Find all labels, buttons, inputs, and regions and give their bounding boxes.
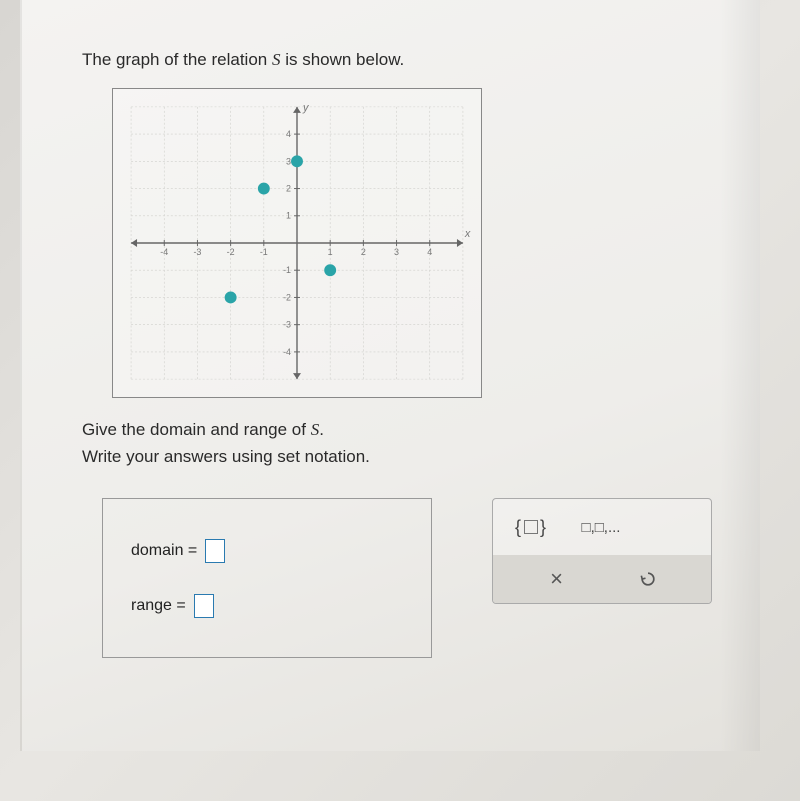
instruction-text: Give the domain and range of S. Write yo… [82,416,720,470]
svg-text:-2: -2 [227,247,235,257]
range-label: range = [131,597,186,615]
chart-svg: -4 -3 -2 -1 1 2 3 4 -4 -3 -2 -1 1 2 3 4 x y [113,89,481,397]
prompt-post: is shown below. [280,50,404,69]
tools-panel: {} □,□,... × [492,498,712,604]
instr-relation-name: S [311,420,320,439]
svg-text:x: x [464,228,471,240]
svg-text:4: 4 [427,247,432,257]
svg-text:1: 1 [328,247,333,257]
domain-line: domain = [131,539,403,563]
prompt-pre: The graph of the relation [82,50,272,69]
svg-text:-4: -4 [283,347,291,357]
svg-text:3: 3 [394,247,399,257]
svg-text:2: 2 [361,247,366,257]
set-braces-button[interactable]: {} [511,513,551,541]
range-line: range = [131,594,403,618]
undo-button[interactable] [628,565,668,593]
tools-bottom-row: × [493,555,711,603]
page-vignette [720,0,760,751]
svg-text:-2: -2 [283,292,291,302]
instr-line2: Write your answers using set notation. [82,447,370,466]
svg-text:-3: -3 [193,247,201,257]
instr-line1-pre: Give the domain and range of [82,420,311,439]
svg-text:1: 1 [286,211,291,221]
tools-top-row: {} □,□,... [493,499,711,555]
placeholder-square-icon [524,520,538,534]
svg-text:-3: -3 [283,320,291,330]
set-list-button[interactable]: □,□,... [581,513,621,541]
instr-line1-post: . [319,420,324,439]
svg-text:4: 4 [286,129,291,139]
domain-input[interactable] [205,539,225,563]
svg-text:-1: -1 [260,247,268,257]
relation-graph: -4 -3 -2 -1 1 2 3 4 -4 -3 -2 -1 1 2 3 4 x y [112,88,482,398]
clear-button[interactable]: × [537,565,577,593]
domain-label: domain = [131,542,197,560]
svg-text:-4: -4 [160,247,168,257]
svg-text:y: y [302,102,309,114]
prompt-text: The graph of the relation S is shown bel… [82,50,720,70]
answer-box: domain = range = [102,498,432,658]
answers-row: domain = range = {} □,□,... × [102,498,720,658]
range-input[interactable] [194,594,214,618]
svg-text:2: 2 [286,184,291,194]
svg-text:-1: -1 [283,265,291,275]
svg-text:3: 3 [286,156,291,166]
undo-icon [638,569,658,589]
